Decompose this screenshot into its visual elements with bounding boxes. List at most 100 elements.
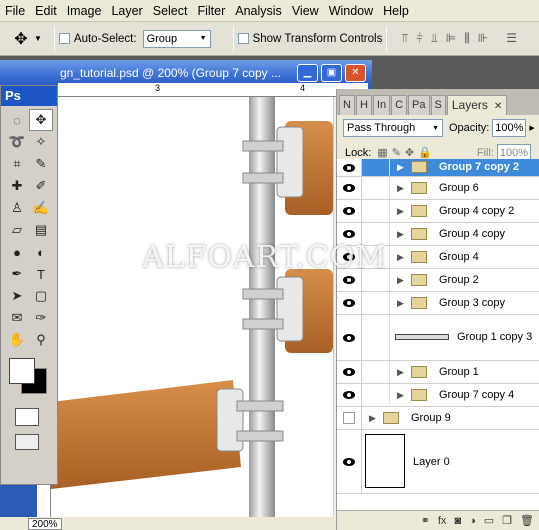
- checkbox-box[interactable]: [237, 33, 249, 44]
- zoom-level[interactable]: 200%: [28, 517, 62, 530]
- screen-mode-button[interactable]: [15, 434, 39, 450]
- expand-triangle-icon[interactable]: ▶: [397, 275, 404, 286]
- restore-button[interactable]: ▣: [321, 64, 342, 82]
- visibility-toggle[interactable]: [337, 361, 362, 383]
- notes-tool-icon[interactable]: ✉: [5, 307, 29, 329]
- magic-wand-icon[interactable]: ✧: [29, 131, 53, 153]
- new-group-icon[interactable]: ▭: [484, 514, 494, 527]
- visibility-toggle[interactable]: [337, 407, 362, 429]
- menu-edit[interactable]: Edit: [30, 0, 62, 22]
- layer-row[interactable]: ▶ Group 2: [337, 269, 539, 292]
- lock-all-icon[interactable]: 🔒: [418, 146, 432, 159]
- tab-styles[interactable]: S: [430, 95, 446, 115]
- distribute-icon[interactable]: ☰: [506, 31, 517, 46]
- blur-tool-icon[interactable]: ●: [5, 241, 29, 263]
- eyedropper2-icon[interactable]: ✑: [29, 307, 53, 329]
- expand-triangle-icon[interactable]: ▶: [397, 390, 404, 401]
- menu-layer[interactable]: Layer: [106, 0, 147, 22]
- foreground-color-swatch[interactable]: [9, 358, 35, 384]
- visibility-toggle[interactable]: [337, 384, 362, 406]
- menu-filter[interactable]: Filter: [192, 0, 230, 22]
- crop-tool-icon[interactable]: ⌗: [5, 153, 29, 175]
- layer-row[interactable]: ▶ Group 7 copy 2: [337, 159, 539, 177]
- layer-style-icon[interactable]: fx: [438, 515, 447, 527]
- visibility-toggle[interactable]: [337, 246, 362, 268]
- path-select-icon[interactable]: ➤: [5, 285, 29, 307]
- align-bottom-icon[interactable]: ⫫: [431, 31, 438, 46]
- tab-paths[interactable]: Pa: [408, 95, 430, 115]
- layer-mask-icon[interactable]: ◙: [454, 515, 461, 527]
- align-right-icon[interactable]: ⊪: [478, 31, 488, 46]
- gradient-tool-icon[interactable]: ▤: [29, 219, 53, 241]
- layer-row[interactable]: ▶ Group 1: [337, 361, 539, 384]
- visibility-toggle[interactable]: [337, 430, 362, 493]
- menu-help[interactable]: Help: [378, 0, 414, 22]
- opacity-input[interactable]: 100%: [492, 119, 527, 137]
- brush-tool-icon[interactable]: ✐: [29, 175, 53, 197]
- layer-row[interactable]: ▶ Group 4: [337, 246, 539, 269]
- move-tool-icon[interactable]: ✥: [29, 109, 53, 131]
- lock-pixels-icon[interactable]: ✎: [392, 146, 401, 159]
- move-tool-preset-icon[interactable]: ✥: [6, 26, 36, 52]
- blend-mode-dropdown[interactable]: Pass Through ▼: [343, 119, 443, 137]
- tab-color[interactable]: C: [391, 95, 408, 115]
- expand-triangle-icon[interactable]: ▶: [397, 367, 404, 378]
- tab-navigator[interactable]: N: [339, 95, 355, 115]
- lock-position-icon[interactable]: ✥: [405, 146, 414, 159]
- expand-triangle-icon[interactable]: ▶: [397, 252, 404, 263]
- expand-triangle-icon[interactable]: ▶: [369, 413, 376, 424]
- history-brush-icon[interactable]: ✍: [29, 197, 53, 219]
- menu-window[interactable]: Window: [324, 0, 378, 22]
- visibility-toggle[interactable]: [337, 315, 362, 360]
- align-top-icon[interactable]: ⫪: [401, 31, 408, 46]
- type-tool-icon[interactable]: T: [29, 263, 53, 285]
- layer-row[interactable]: ▶ Group 3 copy: [337, 292, 539, 315]
- auto-select-dropdown[interactable]: Group ▼: [142, 29, 211, 48]
- tab-histogram[interactable]: H: [355, 95, 372, 115]
- layer-row[interactable]: ▶ Group 9: [337, 407, 539, 430]
- menu-analysis[interactable]: Analysis: [230, 0, 287, 22]
- expand-triangle-icon[interactable]: ▶: [397, 162, 404, 173]
- hand-tool-icon[interactable]: ✋: [5, 329, 29, 351]
- visibility-toggle[interactable]: [337, 223, 362, 245]
- visibility-toggle[interactable]: [337, 200, 362, 222]
- close-button[interactable]: ✕: [345, 64, 366, 82]
- tab-info[interactable]: In: [372, 95, 391, 115]
- stamp-tool-icon[interactable]: ♙: [5, 197, 29, 219]
- minimize-button[interactable]: ▁: [297, 64, 318, 82]
- healing-brush-icon[interactable]: ✚: [5, 175, 29, 197]
- lock-transparency-icon[interactable]: ▦: [377, 146, 387, 159]
- menu-select[interactable]: Select: [148, 0, 193, 22]
- layer-row[interactable]: ▶ Group 6: [337, 177, 539, 200]
- layer-row[interactable]: ▶ Group 7 copy 4: [337, 384, 539, 407]
- auto-select-checkbox[interactable]: Auto-Select:: [58, 33, 137, 45]
- checkbox-box[interactable]: [58, 33, 70, 44]
- layer-row[interactable]: ▶ Group 4 copy 2: [337, 200, 539, 223]
- canvas[interactable]: [51, 97, 333, 518]
- pen-tool-icon[interactable]: ✒: [5, 263, 29, 285]
- expand-triangle-icon[interactable]: ▶: [397, 298, 404, 309]
- quick-mask-button[interactable]: [15, 408, 39, 426]
- shape-tool-icon[interactable]: ▢: [29, 285, 53, 307]
- eyedropper-icon[interactable]: ✎: [29, 153, 53, 175]
- layer-row[interactable]: Layer 0: [337, 430, 539, 494]
- layer-row[interactable]: ▶ Group 4 copy: [337, 223, 539, 246]
- trash-icon[interactable]: 🗑: [520, 514, 534, 527]
- visibility-toggle[interactable]: [337, 292, 362, 314]
- align-hcenter-icon[interactable]: ⫼: [464, 31, 470, 46]
- tab-layers[interactable]: Layers ✕: [446, 95, 508, 115]
- zoom-tool-icon[interactable]: ⚲: [29, 329, 53, 351]
- adjustment-layer-icon[interactable]: ◑: [469, 515, 476, 527]
- visibility-toggle[interactable]: [337, 269, 362, 291]
- chevron-down-icon[interactable]: ▼: [34, 34, 42, 43]
- eraser-tool-icon[interactable]: ▱: [5, 219, 29, 241]
- expand-triangle-icon[interactable]: ▶: [397, 183, 404, 194]
- close-icon[interactable]: ✕: [494, 101, 502, 112]
- expand-triangle-icon[interactable]: ▶: [397, 229, 404, 240]
- dodge-tool-icon[interactable]: ◐: [29, 241, 53, 263]
- visibility-toggle[interactable]: [337, 159, 362, 176]
- menu-image[interactable]: Image: [62, 0, 107, 22]
- new-layer-icon[interactable]: ❐: [502, 514, 512, 527]
- align-left-icon[interactable]: ⊫: [446, 31, 456, 46]
- lasso-tool-icon[interactable]: ➰: [5, 131, 29, 153]
